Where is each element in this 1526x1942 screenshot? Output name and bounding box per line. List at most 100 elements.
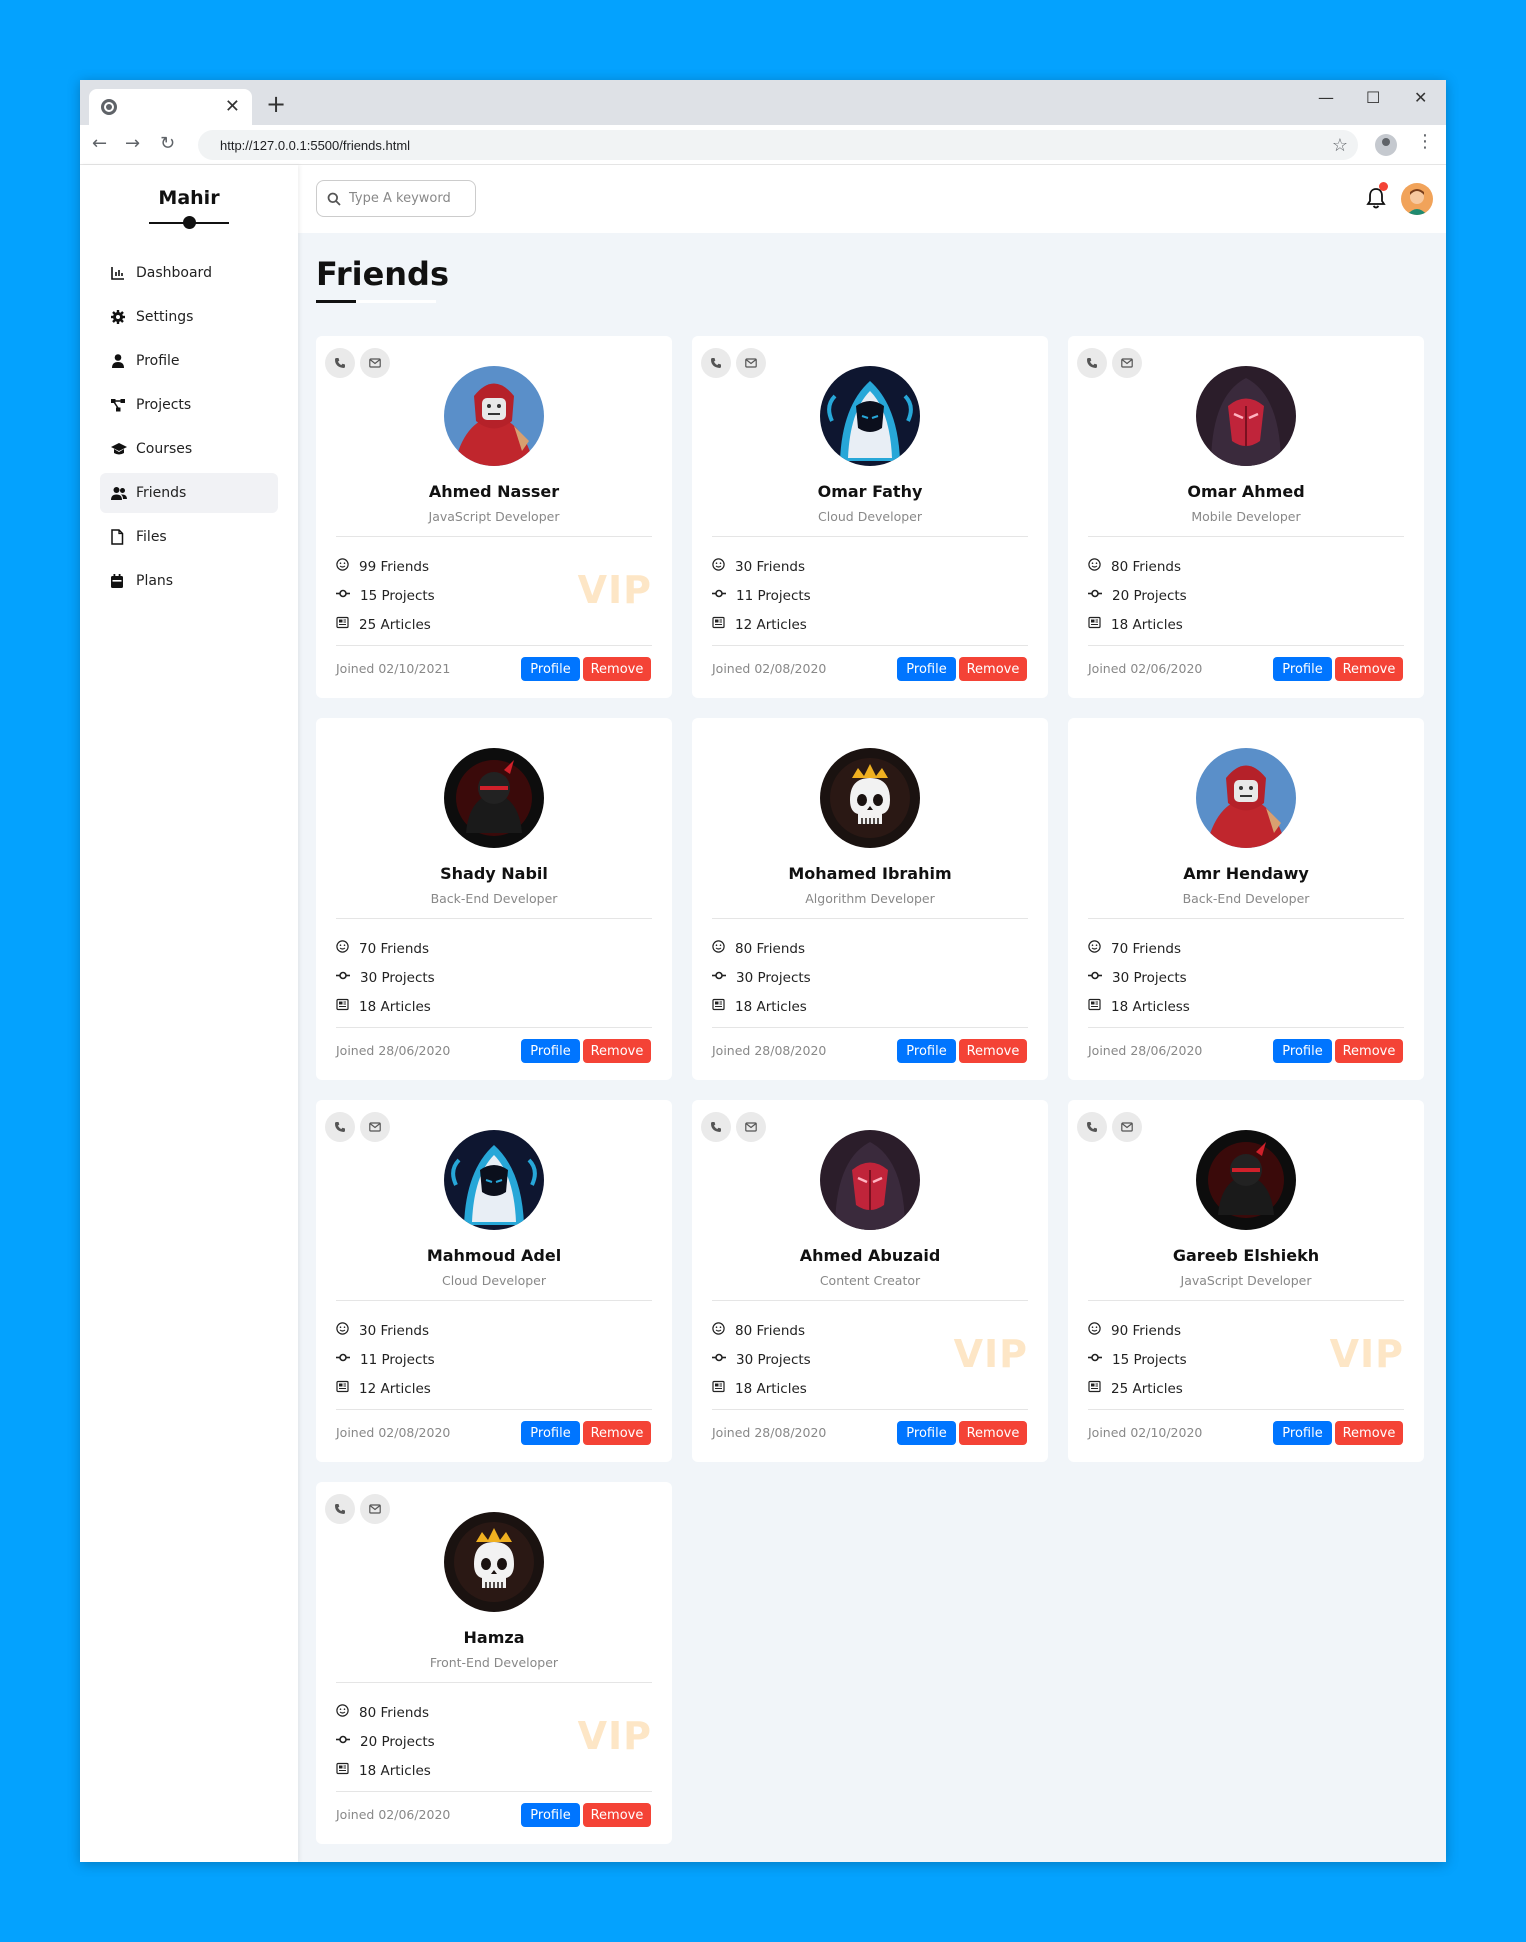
sidebar-item-settings[interactable]: Settings <box>100 297 278 337</box>
projects-count: 30 Projects <box>736 1351 811 1368</box>
projects-count: 20 Projects <box>1112 587 1187 604</box>
profile-button[interactable]: Profile <box>1273 1421 1332 1445</box>
articles-count: 18 Articles <box>735 998 807 1015</box>
sidebar-item-projects[interactable]: Projects <box>100 385 278 425</box>
friend-card: Ahmed Nasser JavaScript Developer 99 Frien… <box>316 336 672 698</box>
sidebar-item-files[interactable]: Files <box>100 517 278 557</box>
profile-button[interactable]: Profile <box>521 1421 580 1445</box>
projects-stat: 11 Projects <box>712 587 811 604</box>
phone-icon[interactable] <box>325 1494 355 1524</box>
friends-stat: 99 Friends <box>336 558 429 575</box>
mail-icon[interactable] <box>736 348 766 378</box>
mail-icon[interactable] <box>360 1494 390 1524</box>
newspaper-icon <box>712 998 735 1015</box>
friends-count: 80 Friends <box>735 1322 806 1339</box>
divider <box>1088 1409 1404 1410</box>
mail-icon[interactable] <box>1112 1112 1142 1142</box>
forward-icon[interactable]: → <box>125 133 140 154</box>
friend-name: Gareeb Elshiekh <box>1172 1246 1320 1265</box>
commit-icon <box>336 969 360 986</box>
search-input[interactable]: Type A keyword <box>316 180 476 217</box>
smile-icon <box>712 558 735 575</box>
app: Mahir Dashboard Settings Profile Projects Co… <box>80 165 1446 1862</box>
phone-icon[interactable] <box>1077 348 1107 378</box>
smile-icon <box>1088 558 1111 575</box>
reload-icon[interactable]: ↻ <box>160 133 175 154</box>
mail-icon[interactable] <box>736 1112 766 1142</box>
joined-date: Joined 02/10/2021 <box>336 661 451 676</box>
remove-button[interactable]: Remove <box>959 1039 1027 1063</box>
page-title: Friends <box>316 255 449 293</box>
joined-date: Joined 02/06/2020 <box>1088 661 1203 676</box>
remove-button[interactable]: Remove <box>1335 1039 1403 1063</box>
minimize-icon[interactable]: — <box>1318 88 1334 107</box>
chart-icon <box>110 265 126 281</box>
remove-button[interactable]: Remove <box>959 1421 1027 1445</box>
commit-icon <box>336 1733 360 1750</box>
address-bar[interactable]: http://127.0.0.1:5500/friends.html ☆ <box>198 130 1358 160</box>
sidebar-item-courses[interactable]: Courses <box>100 429 278 469</box>
remove-button[interactable]: Remove <box>583 1803 651 1827</box>
commit-icon <box>712 1351 736 1368</box>
articles-count: 12 Articles <box>735 616 807 633</box>
projects-stat: 11 Projects <box>336 1351 435 1368</box>
vip-badge: VIP <box>953 1332 1028 1376</box>
user-icon <box>110 353 126 369</box>
divider <box>336 1682 652 1683</box>
sidebar-item-profile[interactable]: Profile <box>100 341 278 381</box>
account-icon[interactable] <box>1375 134 1397 156</box>
profile-button[interactable]: Profile <box>897 1421 956 1445</box>
sidebar-item-dashboard[interactable]: Dashboard <box>100 253 278 293</box>
projects-count: 11 Projects <box>360 1351 435 1368</box>
friends-stat: 70 Friends <box>336 940 429 957</box>
close-window-icon[interactable]: ✕ <box>1414 88 1427 107</box>
newspaper-icon <box>336 1762 359 1779</box>
user-avatar[interactable] <box>1401 183 1433 215</box>
phone-icon[interactable] <box>1077 1112 1107 1142</box>
sidebar-nav: Dashboard Settings Profile Projects Courses F… <box>80 253 298 601</box>
sidebar-item-plans[interactable]: Plans <box>100 561 278 601</box>
sidebar-item-friends[interactable]: Friends <box>100 473 278 513</box>
divider <box>336 1027 652 1028</box>
friend-avatar <box>820 748 920 848</box>
close-tab-icon[interactable]: ✕ <box>225 98 240 116</box>
divider <box>1088 536 1404 537</box>
phone-icon[interactable] <box>701 1112 731 1142</box>
remove-button[interactable]: Remove <box>583 1039 651 1063</box>
profile-button[interactable]: Profile <box>1273 657 1332 681</box>
phone-icon[interactable] <box>325 348 355 378</box>
profile-button[interactable]: Profile <box>897 1039 956 1063</box>
bookmark-star-icon[interactable]: ☆ <box>1332 135 1348 156</box>
friends-stat: 30 Friends <box>712 558 805 575</box>
menu-dots-icon[interactable]: ⋮ <box>1416 131 1434 152</box>
back-icon[interactable]: ← <box>92 133 107 154</box>
remove-button[interactable]: Remove <box>1335 657 1403 681</box>
remove-button[interactable]: Remove <box>583 1421 651 1445</box>
mail-icon[interactable] <box>360 348 390 378</box>
new-tab-icon[interactable]: + <box>266 92 286 116</box>
profile-button[interactable]: Profile <box>521 1803 580 1827</box>
friend-name: Mohamed Ibrahim <box>788 864 952 883</box>
remove-button[interactable]: Remove <box>1335 1421 1403 1445</box>
sidebar-item-label: Courses <box>136 441 193 457</box>
search-placeholder: Type A keyword <box>349 191 451 206</box>
mail-icon[interactable] <box>360 1112 390 1142</box>
maximize-icon[interactable]: ☐ <box>1366 88 1380 107</box>
profile-button[interactable]: Profile <box>521 1039 580 1063</box>
mail-icon[interactable] <box>1112 348 1142 378</box>
profile-button[interactable]: Profile <box>1273 1039 1332 1063</box>
commit-icon <box>1088 969 1112 986</box>
phone-icon[interactable] <box>701 348 731 378</box>
remove-button[interactable]: Remove <box>959 657 1027 681</box>
brand-title: Mahir <box>158 187 220 209</box>
browser-tab[interactable]: ✕ <box>89 89 252 125</box>
remove-button[interactable]: Remove <box>583 657 651 681</box>
joined-date: Joined 28/08/2020 <box>712 1425 827 1440</box>
profile-button[interactable]: Profile <box>897 657 956 681</box>
phone-icon[interactable] <box>325 1112 355 1142</box>
sidebar-item-label: Profile <box>136 353 180 369</box>
articles-stat: 12 Articles <box>336 1380 431 1397</box>
profile-button[interactable]: Profile <box>521 657 580 681</box>
divider <box>1088 645 1404 646</box>
newspaper-icon <box>336 1380 359 1397</box>
